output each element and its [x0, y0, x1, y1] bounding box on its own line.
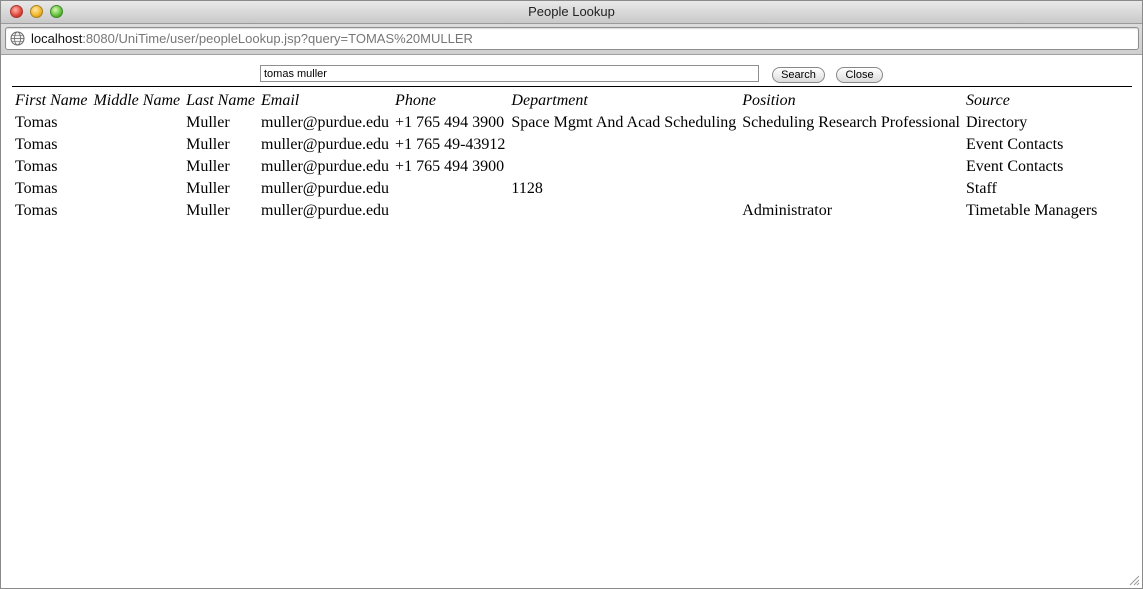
- table-row[interactable]: Tomas Muller muller@purdue.edu 1128 Staf…: [12, 178, 1100, 200]
- header-row: First Name Middle Name Last Name Email P…: [12, 90, 1100, 112]
- source-cell: Event Contacts: [966, 136, 1064, 153]
- position-cell: [739, 178, 963, 200]
- phone-cell: +1 765 494 3900: [395, 158, 505, 175]
- browser-window: People Lookup localhost:8080/UniTime/use…: [0, 0, 1143, 589]
- url-path: :8080/UniTime/user/peopleLookup.jsp?quer…: [82, 31, 473, 46]
- email-cell: muller@purdue.edu: [261, 114, 390, 131]
- header-divider: [12, 86, 1132, 87]
- email-cell: muller@purdue.edu: [261, 180, 390, 197]
- first-name-cell: Tomas: [15, 136, 58, 153]
- middle-name-cell: [90, 112, 183, 134]
- page-content: Search Close First Name Middle Name Last…: [1, 55, 1142, 588]
- column-header-phone: Phone: [395, 92, 436, 109]
- globe-icon: [10, 31, 25, 46]
- position-cell: Administrator: [742, 202, 833, 219]
- middle-name-cell: [90, 134, 183, 156]
- table-row[interactable]: Tomas Muller muller@purdue.edu +1 765 49…: [12, 156, 1100, 178]
- search-input[interactable]: [260, 65, 759, 82]
- address-bar: localhost:8080/UniTime/user/peopleLookup…: [1, 24, 1142, 55]
- source-cell: Timetable Managers: [966, 202, 1098, 219]
- column-header-email: Email: [261, 92, 300, 109]
- last-name-cell: Muller: [186, 158, 230, 175]
- middle-name-cell: [90, 178, 183, 200]
- first-name-cell: Tomas: [15, 158, 58, 175]
- last-name-cell: Muller: [186, 180, 230, 197]
- position-cell: Scheduling Research Professional: [742, 114, 960, 131]
- source-cell: Event Contacts: [966, 158, 1064, 175]
- column-header-first-name: First Name: [15, 92, 88, 109]
- table-row[interactable]: Tomas Muller muller@purdue.edu Administr…: [12, 200, 1100, 222]
- first-name-cell: Tomas: [15, 202, 58, 219]
- table-row[interactable]: Tomas Muller muller@purdue.edu +1 765 49…: [12, 134, 1100, 156]
- phone-cell: +1 765 49-43912: [395, 136, 506, 153]
- url-host: localhost: [31, 31, 83, 46]
- search-button[interactable]: Search: [772, 67, 825, 83]
- close-button[interactable]: Close: [836, 67, 883, 83]
- email-cell: muller@purdue.edu: [261, 136, 390, 153]
- phone-cell: [392, 200, 508, 222]
- title-bar[interactable]: People Lookup: [1, 1, 1142, 24]
- column-header-department: Department: [511, 92, 588, 109]
- resize-grip-icon[interactable]: [1129, 575, 1140, 586]
- source-cell: Directory: [966, 114, 1028, 131]
- department-cell: 1128: [511, 180, 543, 197]
- column-header-last-name: Last Name: [186, 92, 256, 109]
- last-name-cell: Muller: [186, 202, 230, 219]
- department-cell: [508, 156, 739, 178]
- column-header-position: Position: [742, 92, 796, 109]
- department-cell: [508, 200, 739, 222]
- url-text: localhost:8080/UniTime/user/peopleLookup…: [31, 31, 473, 46]
- phone-cell: +1 765 494 3900: [395, 114, 505, 131]
- position-cell: [739, 134, 963, 156]
- middle-name-cell: [90, 156, 183, 178]
- email-cell: muller@purdue.edu: [261, 202, 390, 219]
- last-name-cell: Muller: [186, 136, 230, 153]
- phone-cell: [392, 178, 508, 200]
- last-name-cell: Muller: [186, 114, 230, 131]
- window-title: People Lookup: [528, 4, 615, 19]
- middle-name-cell: [90, 200, 183, 222]
- url-field[interactable]: localhost:8080/UniTime/user/peopleLookup…: [5, 27, 1139, 50]
- position-cell: [739, 156, 963, 178]
- source-cell: Staff: [966, 180, 997, 197]
- column-header-source: Source: [966, 92, 1010, 109]
- results-table: First Name Middle Name Last Name Email P…: [12, 90, 1100, 222]
- department-cell: [508, 134, 739, 156]
- department-cell: Space Mgmt And Acad Scheduling: [511, 114, 737, 131]
- email-cell: muller@purdue.edu: [261, 158, 390, 175]
- first-name-cell: Tomas: [15, 180, 58, 197]
- column-header-middle-name: Middle Name: [93, 92, 181, 109]
- table-row[interactable]: Tomas Muller muller@purdue.edu +1 765 49…: [12, 112, 1100, 134]
- first-name-cell: Tomas: [15, 114, 58, 131]
